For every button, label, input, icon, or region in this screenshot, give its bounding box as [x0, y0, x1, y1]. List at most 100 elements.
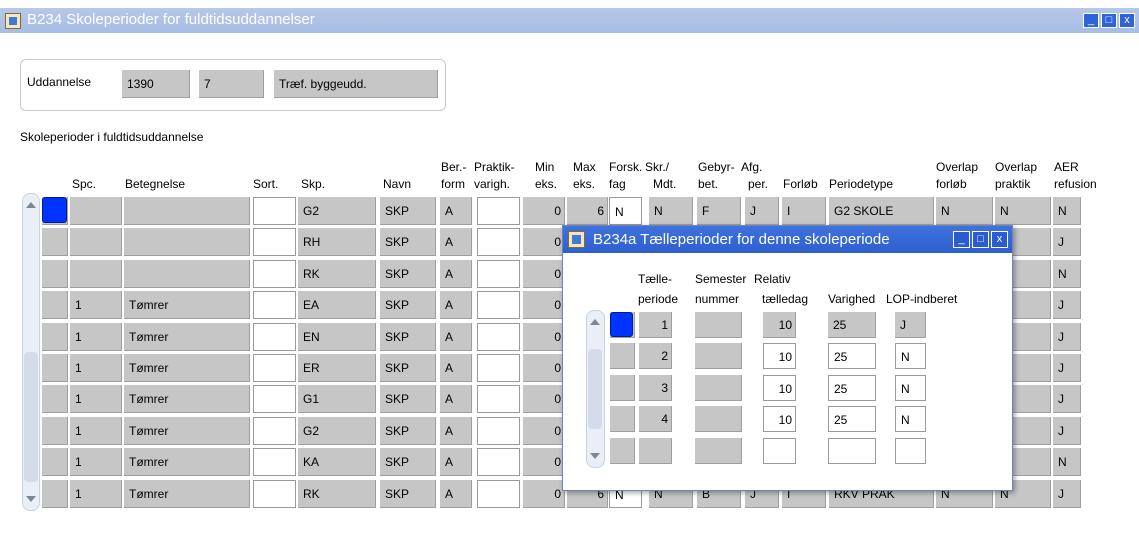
dialog-cell-col0[interactable] — [610, 343, 635, 369]
table-cell-col3[interactable] — [253, 385, 296, 413]
table-cell-aer[interactable]: N — [1053, 448, 1081, 476]
table-cell-col0[interactable] — [42, 480, 68, 508]
dialog-cell-tælledag[interactable]: 10 — [763, 312, 796, 338]
table-cell-aer[interactable]: J — [1053, 480, 1081, 508]
table-cell-col3[interactable] — [253, 417, 296, 445]
table-cell-aer[interactable]: N — [1053, 197, 1081, 225]
table-cell-betegnelse[interactable]: Tømrer — [124, 448, 250, 476]
table-cell-betegnelse[interactable]: Tømrer — [124, 417, 250, 445]
dialog-cell-tælledag[interactable]: 10 — [763, 343, 796, 369]
table-cell-col3[interactable] — [253, 354, 296, 382]
table-cell-col3[interactable] — [253, 228, 296, 256]
dialog-cell-tælledag[interactable]: 10 — [763, 406, 796, 432]
dialog-cell-periode[interactable]: 1 — [639, 312, 672, 338]
dialog-cell-col0[interactable] — [610, 438, 635, 464]
dialog-cell-tælledag[interactable]: 10 — [763, 375, 796, 401]
table-cell-ovp[interactable]: N — [995, 197, 1051, 225]
table-cell-betegnelse[interactable]: Tømrer — [124, 354, 250, 382]
scroll-up-arrow-icon[interactable] — [26, 202, 36, 208]
table-cell-min[interactable]: 0 — [523, 480, 565, 508]
table-cell-col7[interactable] — [477, 385, 520, 413]
scroll-down-arrow-icon[interactable] — [26, 496, 36, 502]
table-cell-navn[interactable]: SKP — [380, 480, 436, 508]
table-cell-skp[interactable]: KA — [298, 448, 376, 476]
table-cell-spc[interactable]: 1 — [70, 385, 122, 413]
table-cell-col7[interactable] — [477, 323, 520, 351]
table-cell-min[interactable]: 0 — [523, 448, 565, 476]
table-cell-col7[interactable] — [477, 448, 520, 476]
table-cell-spc[interactable] — [70, 197, 122, 225]
table-cell-min[interactable]: 0 — [523, 354, 565, 382]
table-cell-ber[interactable]: A — [440, 385, 472, 413]
uddannelse-name-field[interactable]: Træf. byggeudd. — [274, 70, 438, 98]
table-cell-navn[interactable]: SKP — [380, 448, 436, 476]
table-cell-betegnelse[interactable] — [124, 260, 250, 288]
dialog-cell-col0[interactable] — [610, 406, 635, 432]
table-cell-min[interactable]: 0 — [523, 385, 565, 413]
table-cell-navn[interactable]: SKP — [380, 417, 436, 445]
table-cell-min[interactable]: 0 — [523, 323, 565, 351]
table-cell-spc[interactable] — [70, 228, 122, 256]
table-cell-aer[interactable]: J — [1053, 385, 1081, 413]
dialog-cell-varighed[interactable]: 25 — [828, 343, 876, 369]
dialog-minimize-button[interactable]: _ — [953, 231, 970, 248]
table-cell-col7[interactable] — [477, 228, 520, 256]
table-cell-col3[interactable] — [253, 323, 296, 351]
table-cell-forloeb[interactable]: I — [782, 197, 826, 225]
dialog-close-button[interactable]: x — [991, 231, 1008, 248]
table-cell-spc[interactable]: 1 — [70, 480, 122, 508]
table-cell-min[interactable]: 0 — [523, 291, 565, 319]
table-cell-aer[interactable]: J — [1053, 354, 1081, 382]
table-cell-col7[interactable] — [477, 480, 520, 508]
table-cell-skp[interactable]: RH — [298, 228, 376, 256]
current-record-indicator[interactable] — [42, 197, 67, 223]
table-cell-col0[interactable] — [42, 385, 68, 413]
table-cell-col0[interactable] — [42, 323, 68, 351]
table-cell-navn[interactable]: SKP — [380, 323, 436, 351]
dialog-scroll-thumb[interactable] — [588, 349, 602, 429]
table-cell-aer[interactable]: J — [1053, 323, 1081, 351]
table-cell-min[interactable]: 0 — [523, 228, 565, 256]
uddannelse-number-field[interactable]: 7 — [199, 70, 264, 98]
table-cell-aer[interactable]: J — [1053, 228, 1081, 256]
dialog-cell-varighed[interactable]: 25 — [828, 312, 876, 338]
dialog-cell-semester[interactable] — [695, 375, 742, 401]
table-cell-forsk[interactable]: N — [609, 197, 642, 225]
table-cell-skp[interactable]: G2 — [298, 417, 376, 445]
dialog-scroll-down-arrow-icon[interactable] — [590, 453, 600, 459]
table-cell-ovf[interactable]: N — [936, 197, 993, 225]
dialog-scroll-up-arrow-icon[interactable] — [590, 319, 600, 325]
table-cell-col7[interactable] — [477, 197, 520, 225]
dialog-cell-col0[interactable] — [610, 375, 635, 401]
dialog-scrollbar[interactable] — [586, 310, 605, 468]
table-cell-col0[interactable] — [42, 260, 68, 288]
table-cell-ber[interactable]: A — [440, 197, 472, 225]
table-cell-navn[interactable]: SKP — [380, 197, 436, 225]
table-cell-skp[interactable]: G2 — [298, 197, 376, 225]
table-cell-ber[interactable]: A — [440, 291, 472, 319]
maximize-button[interactable]: □ — [1101, 13, 1117, 28]
table-cell-ber[interactable]: A — [440, 260, 472, 288]
table-cell-min[interactable]: 0 — [523, 417, 565, 445]
table-cell-navn[interactable]: SKP — [380, 291, 436, 319]
table-cell-ber[interactable]: A — [440, 480, 472, 508]
dialog-cell-varighed[interactable]: 25 — [828, 406, 876, 432]
close-button[interactable]: x — [1119, 13, 1135, 28]
table-cell-navn[interactable]: SKP — [380, 260, 436, 288]
table-cell-ber[interactable]: A — [440, 323, 472, 351]
dialog-cell-periode[interactable]: 4 — [639, 406, 672, 432]
table-cell-periodetype[interactable]: G2 SKOLE — [829, 197, 934, 225]
table-cell-geb[interactable]: F — [697, 197, 741, 225]
table-cell-spc[interactable] — [70, 260, 122, 288]
dialog-cell-lop[interactable] — [895, 438, 926, 464]
table-cell-col0[interactable] — [42, 354, 68, 382]
table-cell-skp[interactable]: ER — [298, 354, 376, 382]
table-cell-spc[interactable]: 1 — [70, 448, 122, 476]
table-cell-col0[interactable] — [42, 448, 68, 476]
table-cell-betegnelse[interactable]: Tømrer — [124, 385, 250, 413]
dialog-titlebar[interactable]: B234a Tælleperioder for denne skoleperio… — [563, 226, 1012, 253]
table-cell-ber[interactable]: A — [440, 448, 472, 476]
table-cell-ber[interactable]: A — [440, 228, 472, 256]
dialog-cell-periode[interactable]: 3 — [639, 375, 672, 401]
dialog-cell-lop[interactable]: N — [895, 343, 926, 369]
